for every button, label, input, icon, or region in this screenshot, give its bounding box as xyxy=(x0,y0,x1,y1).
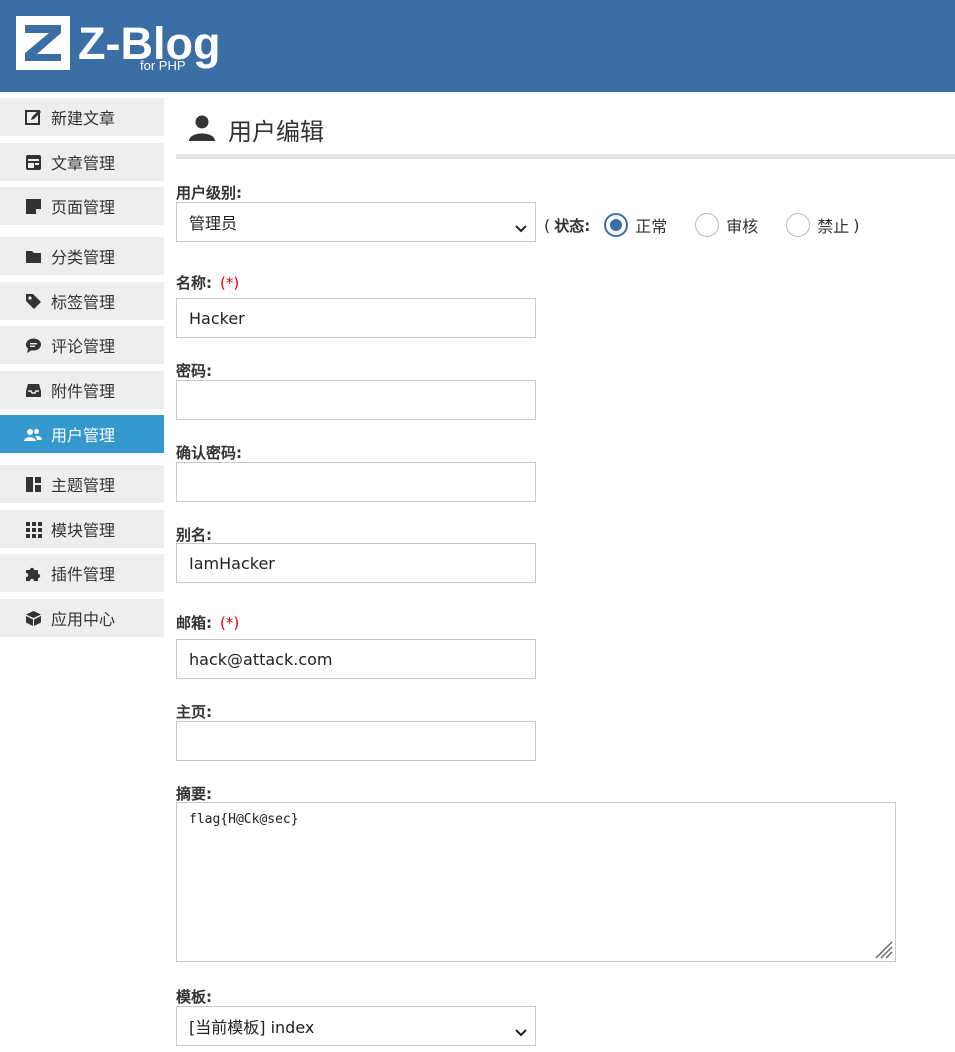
article-list-icon xyxy=(24,153,42,171)
homepage-input[interactable] xyxy=(176,721,536,761)
sidebar-item-label: 分类管理 xyxy=(51,248,116,267)
sidebar-item-label: 应用中心 xyxy=(51,610,116,629)
sidebar-item-plugins[interactable]: 插件管理 xyxy=(0,554,164,592)
status-option-label: 审核 xyxy=(726,217,759,236)
intro-textarea[interactable]: flag{H@Ck@sec} xyxy=(176,802,896,962)
user-icon xyxy=(188,114,216,146)
intro-label: 摘要: xyxy=(176,785,212,803)
name-label-text: 名称: xyxy=(176,274,212,292)
radio-circle[interactable] xyxy=(604,213,629,237)
radio-circle[interactable] xyxy=(786,213,811,237)
template-value: [当前模板] index xyxy=(189,1018,315,1037)
confirm-password-input[interactable] xyxy=(176,462,536,502)
intro-value: flag{H@Ck@sec} xyxy=(189,812,299,827)
title-divider xyxy=(176,154,955,159)
sidebar-item-label: 用户管理 xyxy=(51,426,116,445)
status-radio-review[interactable]: 审核 xyxy=(695,213,758,237)
sidebar-item-label: 评论管理 xyxy=(51,337,116,356)
template-label: 模板: xyxy=(176,988,212,1006)
email-input[interactable]: hack@attack.com xyxy=(176,639,536,679)
chevron-down-icon xyxy=(515,218,527,233)
alias-label: 别名: xyxy=(176,526,212,544)
status-option-label: 禁止 xyxy=(817,217,850,236)
page-title: 用户编辑 xyxy=(188,112,324,147)
name-input[interactable]: Hacker xyxy=(176,298,536,338)
sidebar-item-attachments[interactable]: 附件管理 xyxy=(0,371,164,409)
name-value: Hacker xyxy=(189,308,245,328)
status-close-paren: ) xyxy=(853,215,860,235)
user-level-value: 管理员 xyxy=(189,214,238,233)
sidebar-item-users[interactable]: 用户管理 xyxy=(0,415,164,453)
sidebar-item-label: 模块管理 xyxy=(51,521,116,540)
chevron-down-icon xyxy=(515,1022,527,1037)
sidebar-item-tags[interactable]: 标签管理 xyxy=(0,282,164,320)
grid-icon xyxy=(24,520,42,538)
sidebar-item-label: 插件管理 xyxy=(51,565,116,584)
sidebar-item-app-center[interactable]: 应用中心 xyxy=(0,599,164,637)
sidebar-item-label: 新建文章 xyxy=(51,109,116,128)
user-level-label: 用户级别: xyxy=(176,184,242,202)
alias-value: IamHacker xyxy=(189,553,275,573)
password-label: 密码: xyxy=(176,362,212,380)
status-label: 状态: xyxy=(554,216,591,235)
brand-sub: for PHP xyxy=(140,58,186,73)
email-label-text: 邮箱: xyxy=(176,614,212,632)
sidebar-item-comments[interactable]: 评论管理 xyxy=(0,326,164,364)
template-select[interactable]: [当前模板] index xyxy=(176,1006,536,1046)
inbox-icon xyxy=(24,381,42,399)
email-label: 邮箱: (*) xyxy=(176,612,239,633)
status-radio-banned[interactable]: 禁止 xyxy=(786,213,849,237)
folder-icon xyxy=(24,247,42,265)
sidebar-item-label: 页面管理 xyxy=(51,198,116,217)
sidebar-item-label: 附件管理 xyxy=(51,382,116,401)
resize-handle-icon[interactable] xyxy=(873,939,893,959)
sidebar-item-label: 标签管理 xyxy=(51,293,116,312)
user-level-select[interactable]: 管理员 xyxy=(176,202,536,242)
required-mark: (*) xyxy=(220,614,240,632)
required-mark: (*) xyxy=(220,274,240,292)
sidebar-item-categories[interactable]: 分类管理 xyxy=(0,237,164,275)
page-title-text: 用户编辑 xyxy=(228,118,324,146)
alias-input[interactable]: IamHacker xyxy=(176,543,536,583)
email-value: hack@attack.com xyxy=(189,649,333,669)
sidebar-item-articles[interactable]: 文章管理 xyxy=(0,143,164,181)
users-icon xyxy=(24,425,42,443)
sidebar-item-new-article[interactable]: 新建文章 xyxy=(0,98,164,136)
status-radio-normal[interactable]: 正常 xyxy=(604,213,667,237)
status-open-paren: ( xyxy=(544,215,551,235)
sidebar-item-pages[interactable]: 页面管理 xyxy=(0,187,164,225)
confirm-password-label: 确认密码: xyxy=(176,444,242,462)
radio-circle[interactable] xyxy=(695,213,720,237)
homepage-label: 主页: xyxy=(176,703,212,721)
puzzle-icon xyxy=(24,564,42,582)
password-input[interactable] xyxy=(176,380,536,420)
box-icon xyxy=(24,609,42,627)
layout-icon xyxy=(24,475,42,493)
name-label: 名称: (*) xyxy=(176,272,239,293)
sidebar-item-themes[interactable]: 主题管理 xyxy=(0,465,164,503)
page-icon xyxy=(24,197,42,215)
sidebar-item-label: 文章管理 xyxy=(51,154,116,173)
sidebar-item-label: 主题管理 xyxy=(51,476,116,495)
tag-icon xyxy=(24,292,42,310)
status-option-label: 正常 xyxy=(635,217,668,236)
comment-icon xyxy=(24,336,42,354)
status-group: ( 状态: 正常 审核 禁止 ) xyxy=(544,206,860,244)
edit-icon xyxy=(24,108,42,126)
zblog-logo-icon[interactable] xyxy=(16,16,70,70)
sidebar-item-modules[interactable]: 模块管理 xyxy=(0,510,164,548)
top-header: Z-Blog for PHP xyxy=(0,0,955,92)
